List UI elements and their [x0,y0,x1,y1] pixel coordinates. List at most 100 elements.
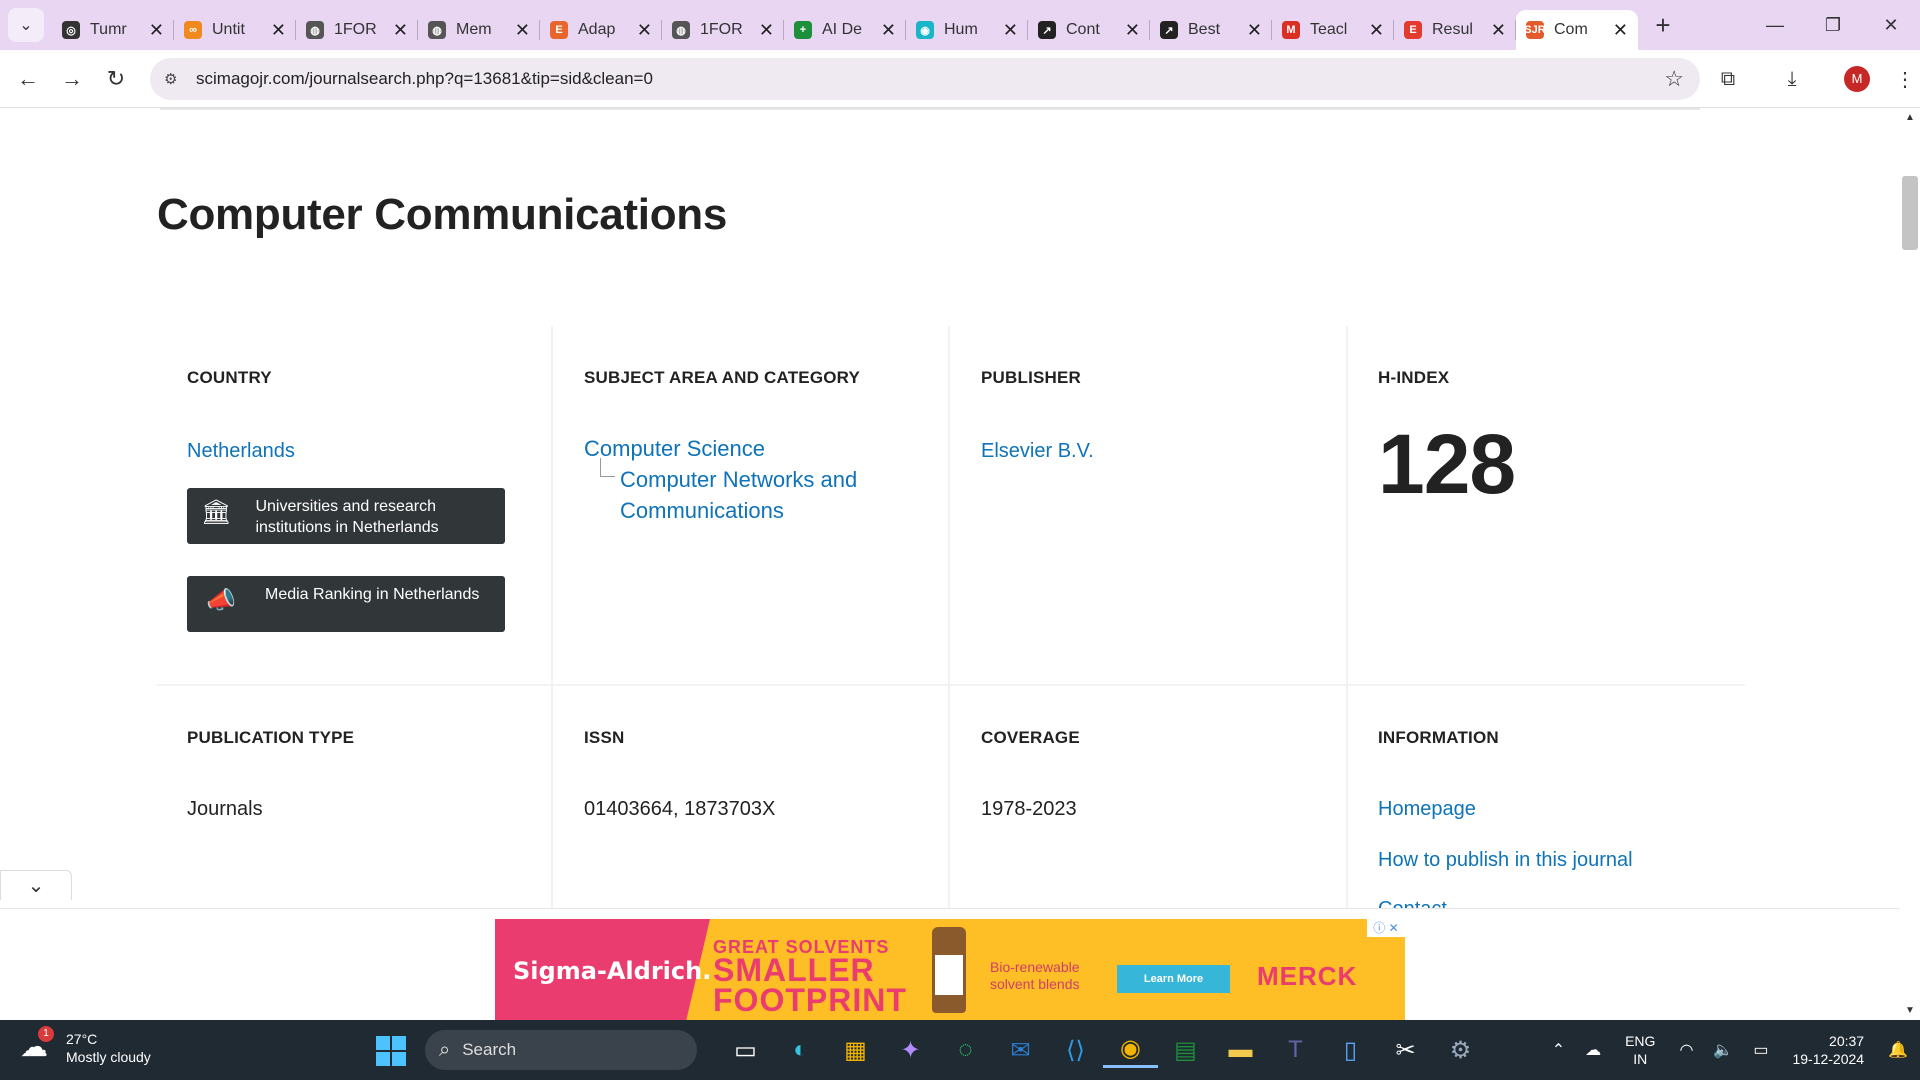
universities-button[interactable]: 🏛 Universities and research institutions… [187,488,505,544]
ad-learn-more-button[interactable]: Learn More [1117,965,1230,993]
media-ranking-button[interactable]: 📣 Media Ranking in Netherlands [187,576,505,632]
scroll-up-icon[interactable]: ▲ [1900,112,1920,123]
subject-area-link[interactable]: Computer Science [584,436,924,462]
chevron-down-icon: ⌄ [27,875,45,897]
battery-icon[interactable]: ▭ [1753,1040,1768,1060]
taskbar-search[interactable]: ⌕ Search [425,1030,697,1070]
browser-tab[interactable]: + AI De ✕ [784,10,906,50]
issn-label: ISSN [584,728,625,747]
close-tab-icon[interactable]: ✕ [1003,20,1018,41]
close-tab-icon[interactable]: ✕ [1613,20,1628,41]
scroll-down-icon[interactable]: ▼ [1900,1005,1920,1016]
header-banner-edge [160,108,1700,110]
address-bar[interactable]: ⚙ scimagojr.com/journalsearch.php?q=1368… [150,58,1700,100]
wifi-icon[interactable]: ◠ [1679,1040,1693,1060]
issn-value: 01403664, 1873703X [584,798,776,820]
volume-icon[interactable]: 🔈 [1713,1040,1733,1060]
close-tab-icon[interactable]: ✕ [881,20,896,41]
vscode-icon[interactable]: ⟨⟩ [1048,1032,1103,1068]
clock-time: 20:37 [1829,1033,1865,1049]
how-to-publish-link[interactable]: How to publish in this journal [1378,849,1633,872]
weather-desc: Mostly cloudy [66,1049,151,1065]
subject-category-link[interactable]: Computer Networks and Communications [600,458,920,526]
outlook-icon[interactable]: ✉ [993,1032,1048,1068]
reload-button[interactable]: ↻ [94,66,138,92]
close-tab-icon[interactable]: ✕ [759,20,774,41]
ad-close-icon[interactable]: ⓘ ✕ [1367,919,1405,937]
tab-search-button[interactable]: ⌄ [8,8,44,42]
browser-tab[interactable]: M Teacl ✕ [1272,10,1394,50]
collapse-ad-button[interactable]: ⌄ [0,870,72,900]
close-tab-icon[interactable]: ✕ [515,20,530,41]
forward-button[interactable]: → [50,66,94,92]
more-menu-icon[interactable]: ⋮ [1890,67,1920,92]
ad-banner[interactable]: Sigma-Aldrich. GREAT SOLVENTS SMALLER FO… [495,919,1405,1020]
task-view-icon[interactable]: ▭ [718,1032,773,1068]
chrome-icon[interactable]: ◉ [1103,1032,1158,1068]
close-tab-icon[interactable]: ✕ [1125,20,1140,41]
settings-icon[interactable]: ⚙ [1433,1032,1488,1068]
close-tab-icon[interactable]: ✕ [393,20,408,41]
browser-tab[interactable]: ↗ Best ✕ [1150,10,1272,50]
extensions-icon[interactable]: ⧉ [1696,68,1760,91]
notepad-icon[interactable]: ▯ [1323,1032,1378,1068]
store-icon[interactable]: ▦ [828,1032,883,1068]
download-icon[interactable]: ⤓ [1760,68,1824,91]
browser-tab[interactable]: E Resul ✕ [1394,10,1516,50]
tab-favicon-icon: M [1282,21,1300,39]
coverage-value: 1978-2023 [981,798,1077,820]
tab-title: Resul [1432,21,1473,38]
browser-tab[interactable]: ◍ 1FOR ✕ [662,10,784,50]
clock[interactable]: 20:37 19-12-2024 [1792,1032,1864,1068]
copilot-icon[interactable]: ✦ [883,1032,938,1068]
homepage-link[interactable]: Homepage [1378,798,1476,821]
profile-avatar[interactable]: M [1844,66,1870,92]
close-window-icon[interactable]: ✕ [1862,15,1920,36]
page-scrollbar[interactable]: ▲ ▼ [1900,108,1920,1020]
edge-icon[interactable]: ◐ [773,1032,828,1068]
bookmark-star-icon[interactable]: ☆ [1664,66,1684,92]
scrollbar-thumb[interactable] [1902,176,1918,250]
whatsapp-icon[interactable]: ◌ [938,1032,993,1068]
start-button[interactable] [376,1036,406,1066]
teams-icon[interactable]: T [1268,1032,1323,1068]
country-link[interactable]: Netherlands [187,440,295,463]
restore-icon[interactable]: ❐ [1804,15,1862,36]
minimize-icon[interactable]: — [1746,15,1804,36]
close-tab-icon[interactable]: ✕ [271,20,286,41]
institution-icon: 🏛 [201,498,232,526]
chevron-up-icon[interactable]: ⌃ [1552,1040,1565,1060]
excel-icon[interactable]: ▤ [1158,1032,1213,1068]
notifications-icon[interactable]: 🔔 [1888,1040,1908,1060]
onedrive-icon[interactable]: ☁ [1585,1040,1601,1060]
close-tab-icon[interactable]: ✕ [637,20,652,41]
browser-tab[interactable]: E Adap ✕ [540,10,662,50]
publisher-link[interactable]: Elsevier B.V. [981,440,1094,463]
close-tab-icon[interactable]: ✕ [149,20,164,41]
back-button[interactable]: ← [6,66,50,92]
browser-tab[interactable]: ∞ Untit ✕ [174,10,296,50]
new-tab-button[interactable]: + [1648,10,1678,41]
browser-tab[interactable]: ◍ 1FOR ✕ [296,10,418,50]
weather-widget[interactable]: ☁ 1 27°C Mostly cloudy [20,1026,151,1066]
window-controls: — ❐ ✕ [1746,0,1920,50]
capcut-icon[interactable]: ✂ [1378,1032,1433,1068]
url-text[interactable]: scimagojr.com/journalsearch.php?q=13681&… [196,69,653,89]
file-explorer-icon[interactable]: ▬ [1213,1032,1268,1068]
journal-title: Computer Communications [157,190,728,239]
country-label: COUNTRY [187,368,272,387]
site-info-icon[interactable]: ⚙ [164,70,186,88]
browser-tab[interactable]: SJR Com ✕ [1516,10,1638,50]
close-tab-icon[interactable]: ✕ [1491,20,1506,41]
close-tab-icon[interactable]: ✕ [1247,20,1262,41]
coverage-label: COVERAGE [981,728,1080,747]
browser-tab[interactable]: ◎ Tumr ✕ [52,10,174,50]
information-label: INFORMATION [1378,728,1499,747]
browser-tab[interactable]: ◉ Hum ✕ [906,10,1028,50]
browser-tab[interactable]: ◍ Mem ✕ [418,10,540,50]
tab-favicon-icon: ↗ [1038,21,1056,39]
language-indicator[interactable]: ENG IN [1625,1032,1655,1068]
close-tab-icon[interactable]: ✕ [1369,20,1384,41]
browser-tab[interactable]: ↗ Cont ✕ [1028,10,1150,50]
tab-title: Cont [1066,21,1100,38]
